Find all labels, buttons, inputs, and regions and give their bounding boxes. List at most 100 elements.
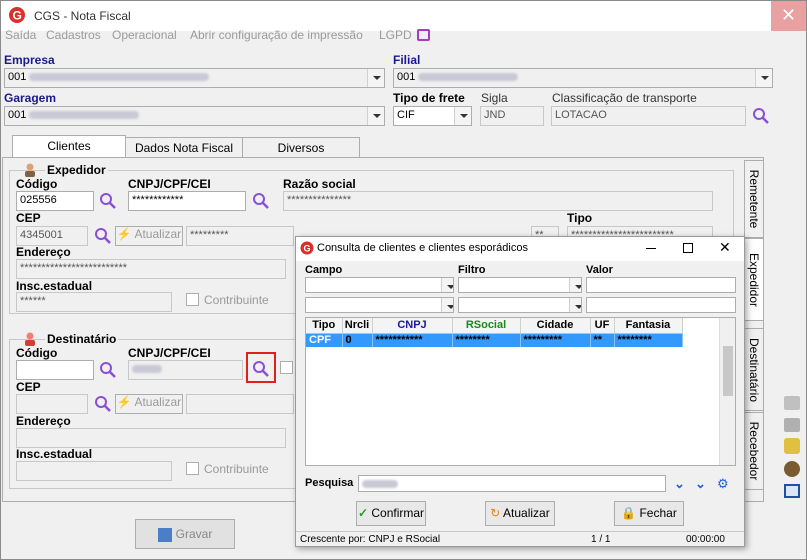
filtro-label: Filtro (458, 264, 486, 276)
settings-gear-icon[interactable]: ⚙ (717, 476, 729, 492)
sigla-label: Sigla (481, 91, 508, 105)
filtro-select-2[interactable] (458, 297, 582, 313)
column-header[interactable]: Nrcli (342, 318, 373, 334)
side-tab-destinatario[interactable]: Destinatário (744, 328, 764, 411)
destinatario-insc-label: Insc.estadual (16, 447, 93, 461)
garagem-select[interactable]: 001 (4, 106, 385, 126)
app-logo-icon: G (8, 6, 26, 24)
destinatario-contribuinte-checkbox[interactable] (186, 462, 199, 475)
grid-scroll-thumb[interactable] (723, 346, 733, 396)
column-header[interactable]: Fantasia (614, 318, 683, 334)
check-icon: ✓ (357, 506, 369, 520)
campo-select-1[interactable] (305, 277, 454, 293)
dialog-atualizar-button[interactable]: ↻ Atualizar (485, 501, 555, 526)
filial-select[interactable]: 001 (393, 68, 773, 88)
table-cell: ******** (614, 333, 683, 347)
valor-input-1[interactable] (586, 277, 736, 293)
column-header[interactable]: Tipo (306, 318, 343, 334)
svg-text:G: G (304, 244, 311, 254)
tab-clientes[interactable]: Clientes (12, 135, 126, 159)
table-cell: ** (590, 333, 615, 347)
scroll-bottom-icon[interactable]: ⌄ (695, 476, 706, 492)
side-tab-remetente[interactable]: Remetente (744, 160, 764, 238)
book-icon[interactable] (784, 484, 800, 498)
destinatario-contribuinte-label: Contribuinte (204, 462, 269, 476)
menu-abrir-config[interactable]: Abrir configuração de impressão (190, 28, 363, 42)
pesquisa-input[interactable] (358, 475, 666, 492)
destinatario-codigo-search-icon[interactable] (99, 361, 117, 382)
results-grid[interactable]: Tipo Nrcli CNPJ RSocial Cidade UF Fantasia CPF… (305, 317, 736, 466)
expedidor-atualizar-button[interactable]: ⚡ Atualizar (115, 226, 183, 246)
tab-diversos[interactable]: Diversos (242, 137, 360, 159)
destinatario-cnpj-input[interactable] (128, 360, 243, 380)
table-cell: CPF (306, 333, 343, 347)
window-title: CGS - Nota Fiscal (34, 9, 131, 23)
tab-dados-nota-fiscal[interactable]: Dados Nota Fiscal (125, 137, 243, 159)
destinatario-cnpj-search-icon[interactable] (252, 360, 270, 381)
expedidor-codigo-search-icon[interactable] (99, 192, 117, 213)
person-red-icon (22, 331, 38, 347)
column-header[interactable]: CNPJ (372, 318, 453, 334)
users-icon[interactable] (784, 438, 800, 454)
destinatario-codigo-input[interactable] (16, 360, 94, 380)
scroll-down-icon[interactable]: ⌄ (674, 476, 685, 492)
sigla-field: JND (480, 106, 544, 126)
person-tool-icon[interactable] (784, 461, 800, 477)
menu-bar: Saída Cadastros Operacional Abrir config… (1, 28, 806, 44)
valor-input-2[interactable] (586, 297, 736, 313)
table-cell: *********** (372, 333, 453, 347)
dialog-minimize-button[interactable] (646, 248, 656, 249)
empresa-select[interactable]: 001 (4, 68, 385, 88)
destinatario-extra-checkbox[interactable] (280, 361, 293, 374)
svg-text:G: G (13, 9, 22, 23)
classificacao-search-icon[interactable] (752, 107, 770, 125)
destinatario-cep-search-icon[interactable] (94, 395, 112, 416)
valor-label: Valor (586, 264, 613, 276)
filtro-select-1[interactable] (458, 277, 582, 293)
destinatario-atualizar-button[interactable]: ⚡ Atualizar (115, 394, 183, 414)
dialog-close-button[interactable]: ✕ (719, 239, 731, 256)
column-header[interactable]: RSocial (452, 318, 521, 334)
garagem-label: Garagem (4, 91, 57, 105)
tool-icon-1[interactable] (784, 396, 800, 410)
tipo-frete-select[interactable]: CIF (393, 106, 472, 126)
lock-icon: 🔒 (621, 506, 637, 520)
column-header[interactable]: UF (590, 318, 615, 334)
fechar-button[interactable]: 🔒 Fechar (614, 501, 684, 526)
consulta-dialog: G Consulta de clientes e clientes esporá… (295, 236, 745, 547)
expedidor-tipo-label: Tipo (567, 211, 593, 225)
expedidor-endereco-field: ************************* (16, 259, 286, 279)
grid-scrollbar[interactable] (719, 318, 735, 465)
menu-lgpd[interactable]: LGPD (379, 28, 412, 42)
column-header[interactable]: Cidade (520, 318, 591, 334)
dialog-maximize-button[interactable] (683, 243, 693, 253)
expedidor-cnpj-search-icon[interactable] (252, 192, 270, 213)
results-table: Tipo Nrcli CNPJ RSocial Cidade UF Fantasia CPF… (306, 318, 683, 347)
expedidor-insc-label: Insc.estadual (16, 279, 93, 293)
campo-select-2[interactable] (305, 297, 454, 313)
expedidor-codigo-input[interactable]: 025556 (16, 191, 94, 211)
refresh-icon: ↻ (490, 506, 501, 520)
table-row[interactable]: CPF 0 *********** ******** ********* ** ******… (306, 333, 683, 347)
campo-label: Campo (305, 264, 343, 276)
confirmar-button[interactable]: ✓ Confirmar (356, 501, 426, 526)
menu-saida[interactable]: Saída (5, 28, 36, 42)
expedidor-cep-search-icon[interactable] (94, 227, 112, 248)
side-tab-recebedor[interactable]: Recebedor (744, 412, 764, 490)
classificacao-label: Classificação de transporte (552, 91, 697, 105)
close-window-button[interactable]: ✕ (771, 1, 806, 31)
side-tab-expedidor[interactable]: Expedidor (744, 238, 764, 321)
status-sort: Crescente por: CNPJ e RSocial (300, 534, 441, 545)
expedidor-cnpj-input[interactable]: ************ (128, 191, 246, 211)
expedidor-contribuinte-checkbox[interactable] (186, 293, 199, 306)
classificacao-field: LOTACAO (551, 106, 746, 126)
expedidor-cnpj-label: CNPJ/CPF/CEI (128, 177, 211, 191)
table-cell: ******** (452, 333, 521, 347)
destinatario-title: Destinatário (45, 332, 119, 346)
menu-cadastros[interactable]: Cadastros (46, 28, 101, 42)
dialog-status-bar: Crescente por: CNPJ e RSocial 1 / 1 00:0… (296, 531, 744, 547)
menu-operacional[interactable]: Operacional (112, 28, 177, 42)
gravar-button[interactable]: Gravar (135, 519, 235, 549)
tool-icon-2[interactable] (784, 418, 800, 432)
dialog-title: Consulta de clientes e clientes esporádi… (317, 242, 528, 254)
